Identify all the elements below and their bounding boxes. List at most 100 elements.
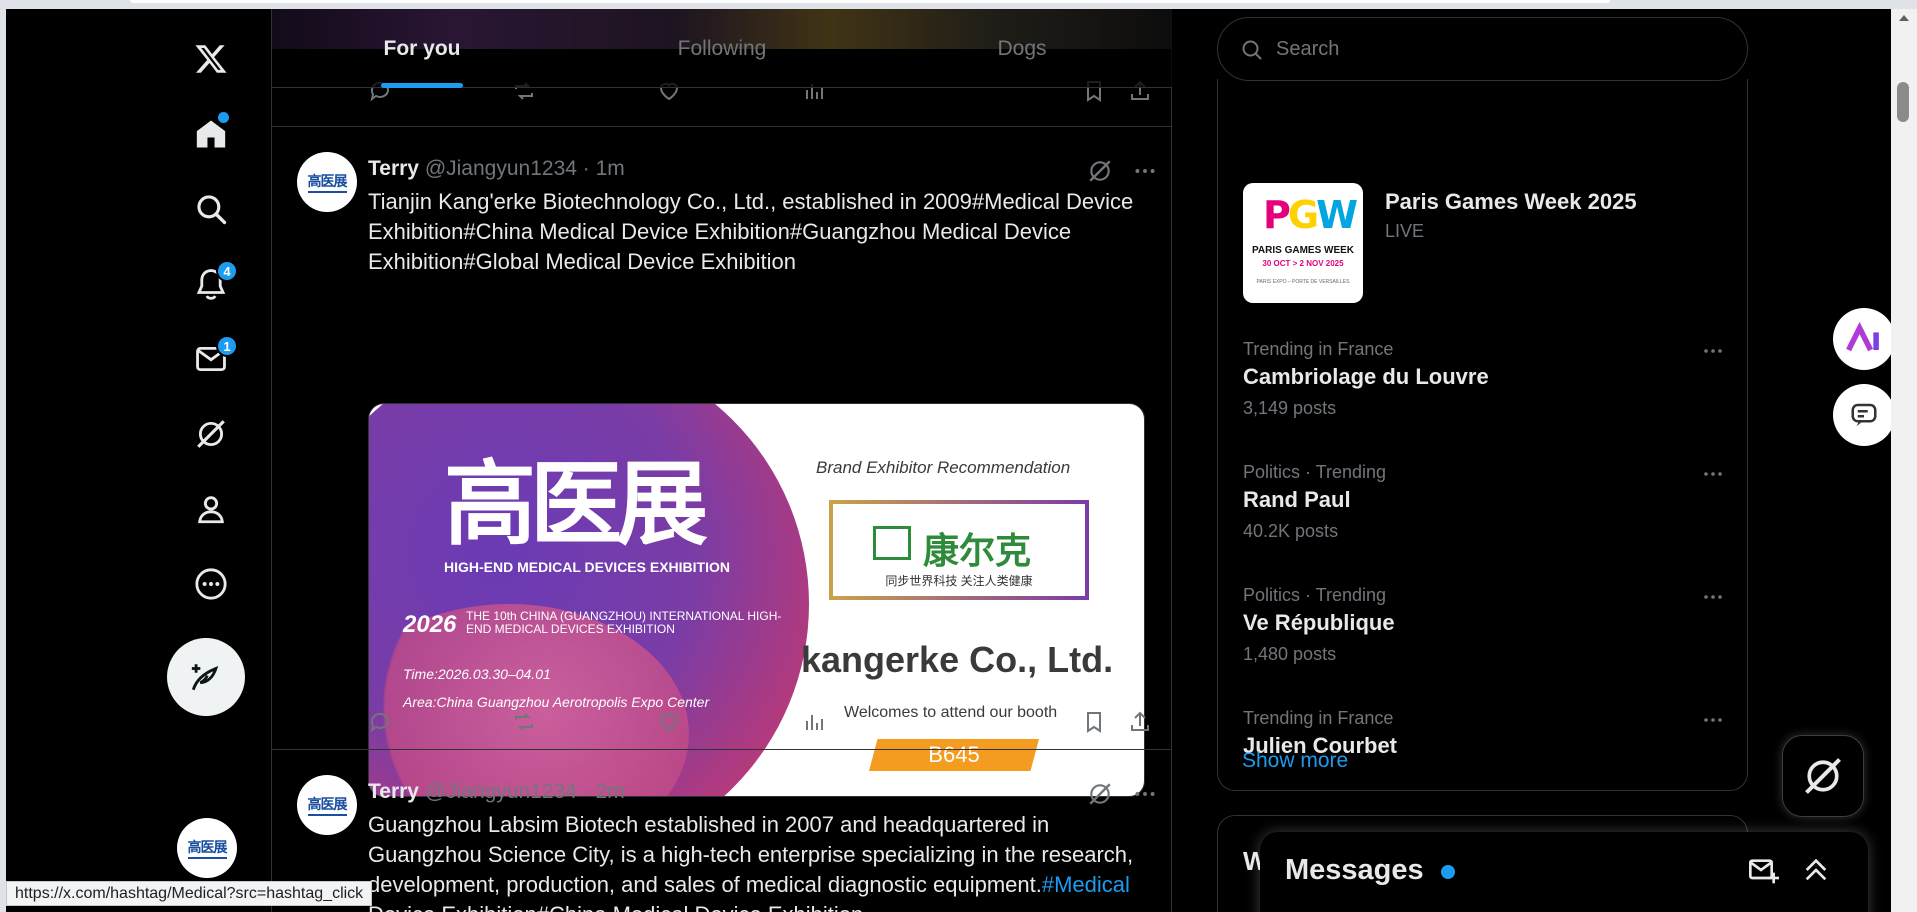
scrollbar-thumb[interactable] [1897, 82, 1909, 122]
image-brand-tagline: 同步世界科技 关注人类健康 [885, 574, 1033, 588]
trend-posts: 3,149 posts [1243, 398, 1337, 418]
nav-grok[interactable] [181, 404, 241, 464]
account-avatar[interactable]: 高医展 [177, 818, 237, 878]
heart-icon [659, 713, 679, 732]
grok-icon [1805, 758, 1841, 794]
messages-unread-dot [1441, 865, 1455, 879]
grok-explain-icon[interactable] [1087, 781, 1113, 807]
profile-icon [198, 496, 224, 524]
more-circle-icon [195, 568, 227, 600]
hashtag-link[interactable]: #Medical [1042, 872, 1130, 897]
event-image[interactable]: PGW PARIS GAMES WEEK 30 OCT > 2 NOV 2025… [1243, 183, 1363, 303]
search-icon [1242, 40, 1262, 60]
link-status-bar: https://x.com/hashtag/Medical?src=hashta… [6, 881, 373, 906]
tab-dogs[interactable]: Dogs [872, 9, 1172, 88]
x-app: 4 1 高医展 For you Following Dogs 高医展 Terry… [6, 9, 1903, 912]
expand-chevrons-icon[interactable] [1800, 854, 1832, 886]
grok-floating-button[interactable] [1782, 735, 1864, 817]
messages-title: Messages [1285, 854, 1424, 886]
tab-for-you[interactable]: For you [272, 9, 572, 88]
nav-notifications[interactable]: 4 [181, 254, 241, 314]
event-image-logo: PGW [1263, 193, 1358, 237]
trend-context: Trending in France [1243, 339, 1394, 359]
bookmark-button[interactable] [1082, 710, 1106, 734]
messages-drawer[interactable]: Messages [1260, 832, 1868, 912]
tab-following[interactable]: Following [572, 9, 872, 88]
timeline: For you Following Dogs 高医展 Terry @Jiangy… [271, 9, 1172, 912]
post[interactable]: 高医展 Terry @Jiangyun1234 · 2m Guangzhou L… [272, 749, 1172, 912]
post[interactable]: 高医展 Terry @Jiangyun1234 · 1m Tianjin Kan… [272, 126, 1172, 797]
chat-extension-bubble[interactable] [1833, 384, 1895, 446]
post-text: Tianjin Kang'erke Biotechnology Co., Ltd… [368, 189, 1134, 274]
event-live-label: LIVE [1385, 221, 1425, 241]
trend-more-icon[interactable] [1698, 708, 1728, 732]
scroll-up-arrow-icon[interactable] [1899, 15, 1909, 21]
notifications-badge: 4 [216, 260, 238, 282]
post-text-tail: Device Exhibition#China Medical Device E… [368, 902, 863, 912]
trend-item[interactable]: Politics · Trending Rand Paul 40.2K post… [1243, 462, 1723, 542]
show-more-link[interactable]: Show more [1242, 749, 1348, 773]
nav-messages[interactable]: 1 [181, 329, 241, 389]
post-text-body: Guangzhou Labsim Biotech established in … [368, 812, 1134, 897]
share-button[interactable] [1128, 710, 1152, 734]
x-logo[interactable] [181, 29, 241, 89]
reply-button[interactable] [368, 710, 392, 734]
post-author-handle[interactable]: @Jiangyun1234 [425, 157, 577, 180]
post-time[interactable]: · 1m [583, 157, 625, 180]
timeline-tabs: For you Following Dogs [272, 9, 1172, 88]
page-scrollbar[interactable] [1891, 9, 1917, 912]
nav-home[interactable] [181, 104, 241, 164]
search-icon [197, 195, 227, 225]
bookmark-icon [1087, 712, 1101, 733]
like-button[interactable] [657, 710, 681, 734]
views-icon [806, 715, 823, 730]
trend-item[interactable]: Politics · Trending Ve République 1,480 … [1243, 585, 1723, 665]
post-author-name[interactable]: Terry [368, 157, 419, 180]
trend-item[interactable]: Trending in France Cambriolage du Louvre… [1243, 339, 1723, 419]
post-more-icon[interactable] [1132, 158, 1158, 184]
post-author-handle[interactable]: @Jiangyun1234 [425, 780, 577, 803]
search-placeholder: Search [1276, 37, 1340, 60]
ai-logo-icon [1846, 321, 1879, 352]
nav-more[interactable] [181, 554, 241, 614]
nav-explore[interactable] [181, 179, 241, 239]
ai-extension-bubble[interactable] [1833, 308, 1895, 370]
feather-plus-icon [191, 664, 219, 691]
views-button[interactable] [802, 710, 826, 734]
post-text: Guangzhou Labsim Biotech established in … [368, 810, 1148, 912]
post-image[interactable]: 高医展 HIGH-END MEDICAL DEVICES EXHIBITION … [368, 403, 1145, 797]
image-company-name: kangerke Co., Ltd. [801, 639, 1114, 680]
search-box[interactable]: Search [1217, 17, 1748, 81]
grok-explain-icon[interactable] [1087, 158, 1113, 184]
trend-context: Politics · Trending [1243, 462, 1387, 482]
post-time[interactable]: · 2m [583, 780, 625, 803]
trends-panel: PGW PARIS GAMES WEEK 30 OCT > 2 NOV 2025… [1217, 79, 1748, 791]
event-title[interactable]: Paris Games Week 2025 [1385, 189, 1637, 215]
trend-more-icon[interactable] [1698, 339, 1728, 363]
trend-posts: 1,480 posts [1243, 644, 1337, 664]
compose-post-button[interactable] [167, 638, 245, 716]
image-brand-cn: 康尔克 [923, 531, 1032, 572]
image-event-name: THE 10th CHINA (GUANGZHOU) INTERNATIONAL… [466, 609, 782, 636]
trend-more-icon[interactable] [1698, 462, 1728, 486]
image-brand-logo-box: 康尔克 同步世界科技 关注人类健康 [829, 500, 1089, 600]
post-author-avatar[interactable]: 高医展 [297, 775, 357, 835]
reply-icon [370, 712, 389, 733]
account-avatar-logo: 高医展 [187, 837, 228, 859]
post-more-icon[interactable] [1132, 781, 1158, 807]
nav-profile[interactable] [181, 479, 241, 539]
repost-button[interactable] [512, 710, 536, 734]
post-author-name[interactable]: Terry [368, 780, 419, 803]
active-tab-indicator [381, 83, 463, 88]
image-exhibition-logo: 高医展 [444, 451, 708, 558]
image-year: 2026 [403, 611, 457, 638]
new-message-icon[interactable] [1747, 854, 1779, 886]
trend-more-icon[interactable] [1698, 585, 1728, 609]
event-image-title: PARIS GAMES WEEK [1251, 245, 1355, 256]
home-unread-dot [218, 112, 229, 123]
trend-posts: 40.2K posts [1243, 521, 1339, 541]
trend-name: Rand Paul [1243, 487, 1351, 512]
post-author-avatar[interactable]: 高医展 [297, 152, 357, 212]
event-image-venue: PARIS EXPO – PORTE DE VERSAILLES [1256, 279, 1350, 285]
trend-context: Politics · Trending [1243, 585, 1387, 605]
